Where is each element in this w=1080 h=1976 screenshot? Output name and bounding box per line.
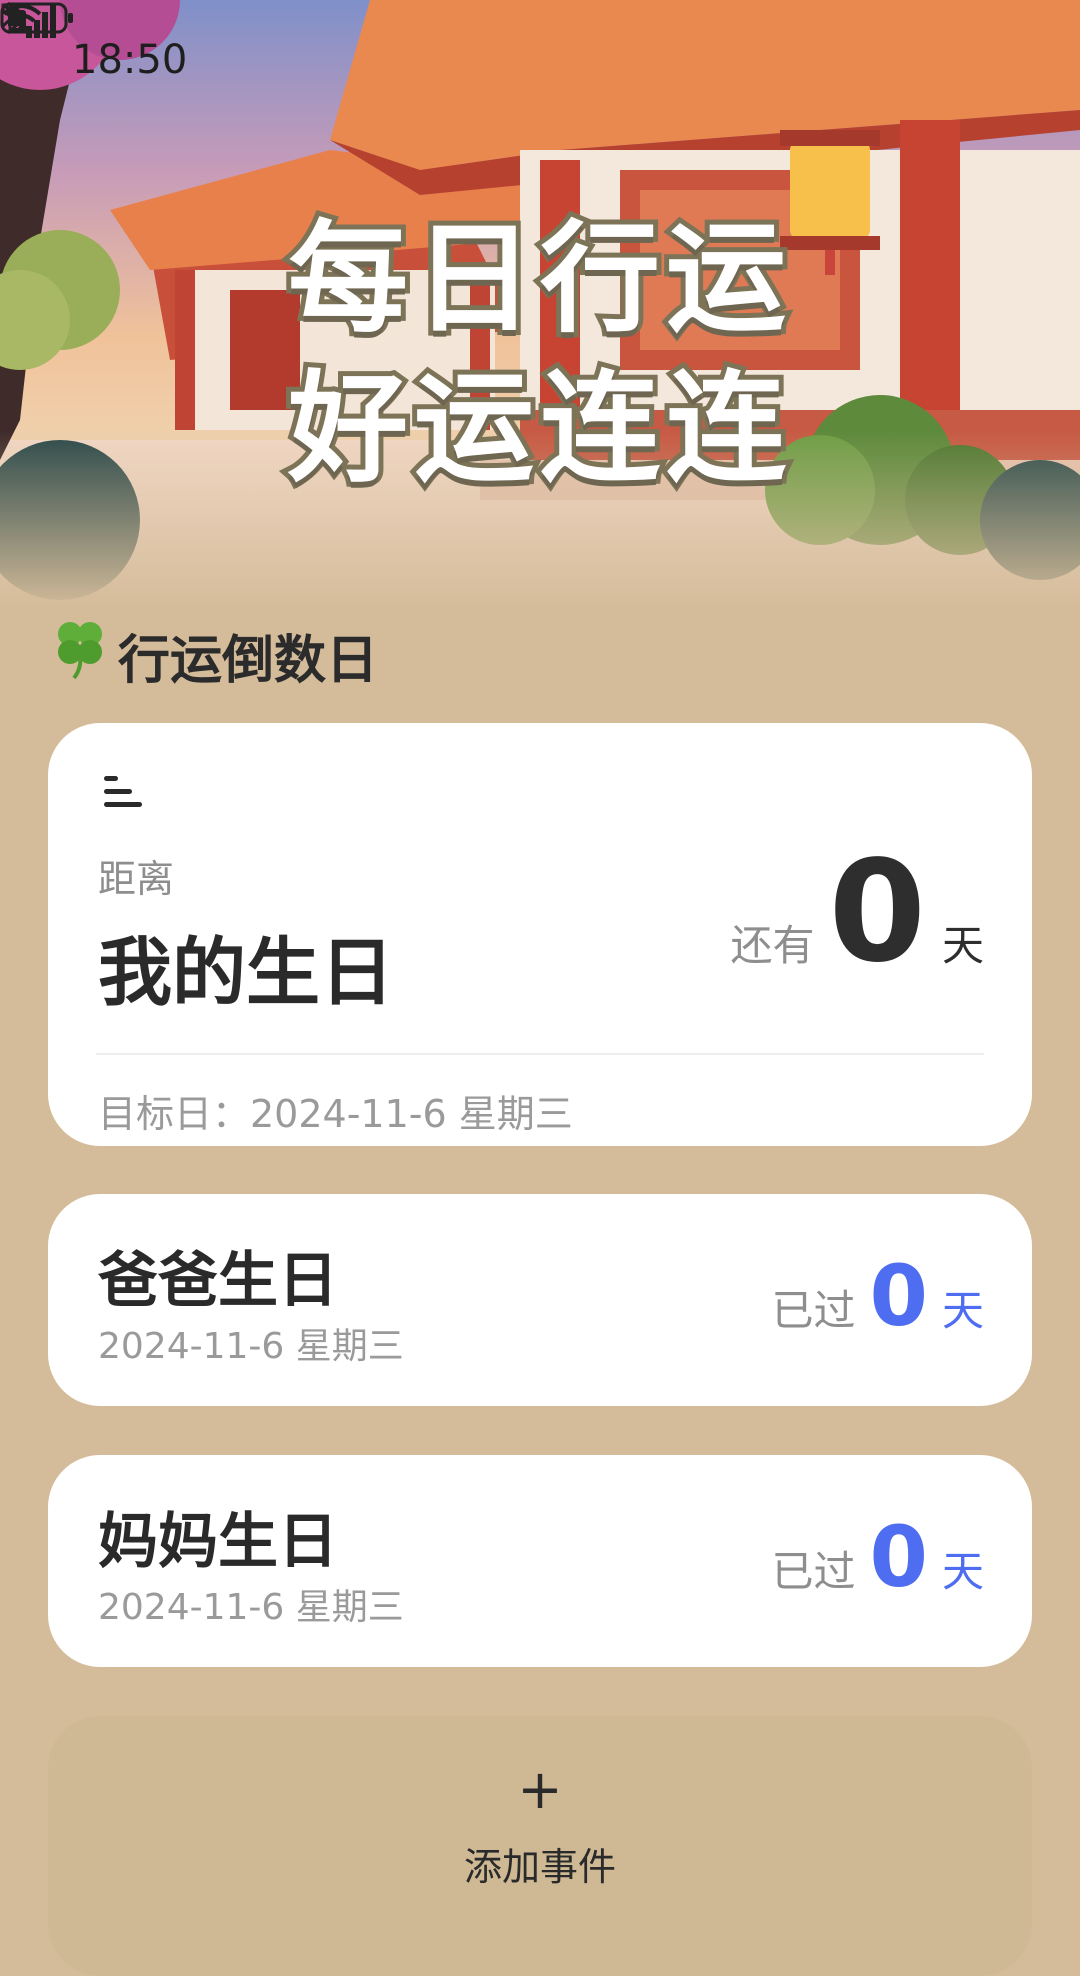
days-counter: 已过 0 天: [772, 1254, 984, 1338]
event-date: 2024-11-6 星期三: [98, 1326, 404, 1367]
days-unit: 天: [941, 1286, 984, 1335]
plus-icon: +: [517, 1758, 563, 1821]
status-bar: 18:50 5G: [0, 0, 1080, 120]
event-card[interactable]: 爸爸生日 2024-11-6 星期三 已过 0 天: [48, 1194, 1032, 1406]
add-event-button[interactable]: + 添加事件: [48, 1716, 1032, 1976]
countdown-card-main[interactable]: 距离 我的生日 还有 0 天 目标日：2024-11-6 星期三: [48, 723, 1032, 1146]
days-unit: 天: [941, 921, 984, 970]
days-counter-main: 还有 0 天: [731, 843, 984, 983]
event-name: 妈妈生日: [98, 1507, 338, 1577]
target-date: 目标日：2024-11-6 星期三: [98, 1092, 573, 1136]
hero-title: 每日行运 好运连连: [0, 205, 1080, 505]
days-prefix: 已过: [771, 1547, 856, 1596]
status-time: 18:50: [72, 37, 188, 83]
clover-icon: [52, 618, 108, 693]
days-prefix: 已过: [771, 1286, 856, 1335]
event-name-main: 我的生日: [98, 930, 394, 1016]
hero-title-line1: 每日行运: [283, 205, 792, 354]
days-unit: 天: [941, 1547, 984, 1596]
event-date: 2024-11-6 星期三: [98, 1587, 404, 1628]
distance-label: 距离: [98, 857, 175, 901]
section-header: 行运倒数日: [52, 618, 379, 693]
menu-icon[interactable]: [98, 768, 148, 816]
days-value: 0: [828, 831, 926, 994]
event-card[interactable]: 妈妈生日 2024-11-6 星期三 已过 0 天: [48, 1455, 1032, 1667]
days-prefix: 还有: [730, 921, 815, 970]
card-divider: [96, 1053, 984, 1055]
days-counter: 已过 0 天: [772, 1515, 984, 1599]
hero-title-line2: 好运连连: [283, 355, 792, 504]
days-value: 0: [869, 1247, 928, 1345]
days-value: 0: [869, 1508, 928, 1606]
hero-banner: 18:50 5G 每日行运 好运连连: [0, 0, 1080, 610]
event-name: 爸爸生日: [98, 1246, 338, 1316]
add-event-label: 添加事件: [463, 1845, 616, 1889]
section-title: 行运倒数日: [118, 630, 379, 691]
